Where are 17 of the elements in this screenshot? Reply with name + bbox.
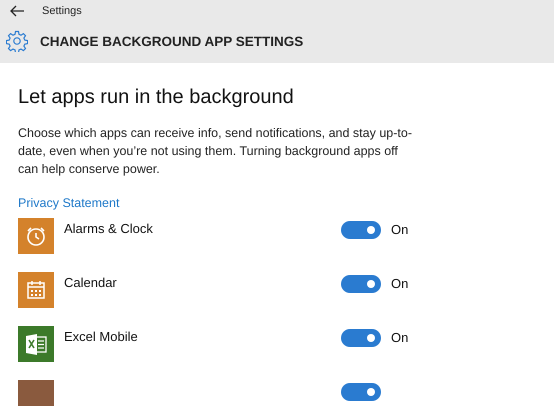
back-arrow-icon[interactable] <box>10 5 24 17</box>
app-name: Excel Mobile <box>64 329 139 344</box>
app-name: Calendar <box>64 275 118 290</box>
toggle-state: On <box>391 276 408 291</box>
section-heading: Let apps run in the background <box>18 86 295 109</box>
settings-icon <box>6 30 28 52</box>
toggle-switch[interactable] <box>341 221 381 239</box>
toggle-state: On <box>391 330 408 345</box>
toggle-switch[interactable] <box>341 329 381 347</box>
page-header: CHANGE BACKGROUND APP SETTINGS <box>40 34 304 48</box>
app-name: Alarms & Clock <box>64 221 154 236</box>
description-text: Choose which apps can receive info, send notifications, and stay up-to-date, even when you’re not using them. Turning background apps off can help conserve power. <box>18 125 413 178</box>
window-title: Settings <box>42 5 82 17</box>
privacy-link[interactable]: Privacy Statement <box>18 196 120 210</box>
toggle-state: On <box>391 222 408 237</box>
toggle-switch[interactable] <box>341 383 381 401</box>
toggle-switch[interactable] <box>341 275 381 293</box>
